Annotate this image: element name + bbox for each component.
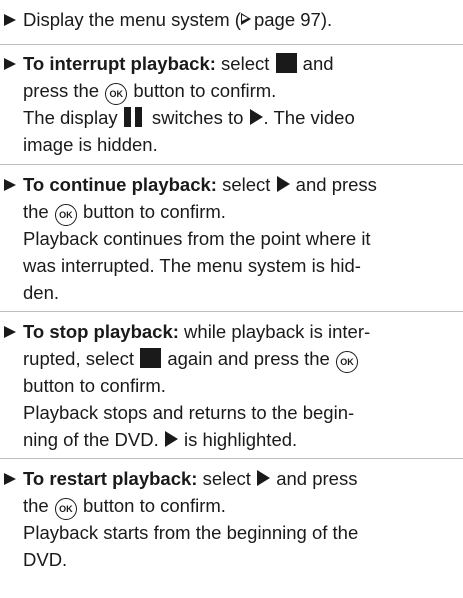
- step-text: . The video: [263, 107, 355, 128]
- step-stop-playback: To stop playback: while playback is inte…: [0, 311, 463, 459]
- arrow-right-icon: [4, 473, 16, 485]
- page-reference-link[interactable]: page 97).: [254, 9, 332, 30]
- step-text: select: [215, 53, 275, 74]
- step-text: Display the menu system (: [23, 9, 241, 30]
- step-text: button to confirm.: [23, 375, 166, 396]
- step-line: image is hidden.: [23, 132, 158, 158]
- step-line: den.: [23, 280, 59, 306]
- ok-button-icon: OK: [54, 204, 77, 226]
- step-text: button to confirm.: [77, 201, 226, 222]
- step-line: press the OK button to confirm.: [23, 78, 276, 105]
- step-text: press the: [23, 80, 105, 101]
- step-continue-playback: To continue playback: select and press t…: [0, 164, 463, 312]
- step-line: Display the menu system ( page 97).: [23, 7, 332, 33]
- step-line: To restart playback: select and press: [23, 466, 357, 492]
- step-text: rupted, select: [23, 348, 140, 369]
- step-text: ning of the DVD.: [23, 429, 164, 450]
- ok-button-icon: OK: [105, 83, 128, 105]
- step-text: Playback stops and returns to the begin-: [23, 402, 355, 423]
- step-line: To continue playback: select and press: [23, 172, 377, 198]
- step-label: To interrupt playback:: [23, 53, 216, 74]
- step-line: Playback stops and returns to the begin-: [23, 400, 354, 426]
- step-text: was interrupted. The menu system is hid-: [23, 255, 361, 276]
- arrow-right-icon: [4, 14, 16, 26]
- step-line: DVD.: [23, 547, 67, 573]
- step-line: rupted, select again and press the OK: [23, 346, 359, 373]
- play-icon: [276, 176, 290, 192]
- step-text: again and press the: [162, 348, 335, 369]
- step-text: DVD.: [23, 549, 68, 570]
- step-display-menu: Display the menu system ( page 97).: [0, 0, 463, 44]
- step-text: den.: [23, 282, 60, 303]
- step-label: To stop playback:: [23, 321, 179, 342]
- ok-button-icon: OK: [54, 498, 77, 520]
- step-line: To interrupt playback: select and: [23, 51, 334, 77]
- step-line: Playback continues from the point where …: [23, 226, 371, 252]
- arrow-right-icon: [4, 179, 16, 191]
- step-line: was interrupted. The menu system is hid-: [23, 253, 361, 279]
- stop-icon: [140, 348, 162, 368]
- ok-button-icon: OK: [336, 351, 358, 373]
- step-line: Playback starts from the beginning of th…: [23, 520, 358, 546]
- play-icon: [249, 109, 263, 125]
- pause-icon: [123, 107, 146, 134]
- step-text: button to confirm.: [128, 80, 277, 101]
- step-text: switches to: [146, 107, 249, 128]
- step-line: button to confirm.: [23, 373, 166, 399]
- instruction-page: Display the menu system ( page 97). To in…: [0, 0, 463, 597]
- step-line: To stop playback: while playback is inte…: [23, 319, 370, 345]
- step-text: while playback is inter-: [178, 321, 371, 342]
- step-label: To restart playback:: [23, 468, 198, 489]
- step-restart-playback: To restart playback: select and press th…: [0, 458, 463, 598]
- stop-icon: [275, 53, 297, 73]
- arrow-right-icon: [4, 326, 16, 338]
- step-text: button to confirm.: [77, 495, 226, 516]
- play-icon: [164, 431, 178, 447]
- step-text: The display: [23, 107, 123, 128]
- step-text: Playback continues from the point where …: [23, 228, 371, 249]
- step-text: select: [216, 174, 276, 195]
- step-line: The display switches to . The video: [23, 105, 355, 134]
- step-label: To continue playback:: [23, 174, 217, 195]
- step-line: the OK button to confirm.: [23, 493, 226, 520]
- step-text: is highlighted.: [178, 429, 298, 450]
- step-text: select: [197, 468, 257, 489]
- step-text: and press: [271, 468, 358, 489]
- step-line: the OK button to confirm.: [23, 199, 226, 226]
- page-reference-icon: [240, 13, 251, 25]
- step-interrupt-playback: To interrupt playback: select and press …: [0, 44, 463, 165]
- step-line: ning of the DVD. is highlighted.: [23, 427, 297, 453]
- play-icon: [257, 470, 271, 486]
- step-text: and: [297, 53, 334, 74]
- step-text: and press: [290, 174, 377, 195]
- step-text: the: [23, 201, 54, 222]
- arrow-right-icon: [4, 58, 16, 70]
- step-text: the: [23, 495, 54, 516]
- step-text: Playback starts from the beginning of th…: [23, 522, 359, 543]
- step-text: image is hidden.: [23, 134, 158, 155]
